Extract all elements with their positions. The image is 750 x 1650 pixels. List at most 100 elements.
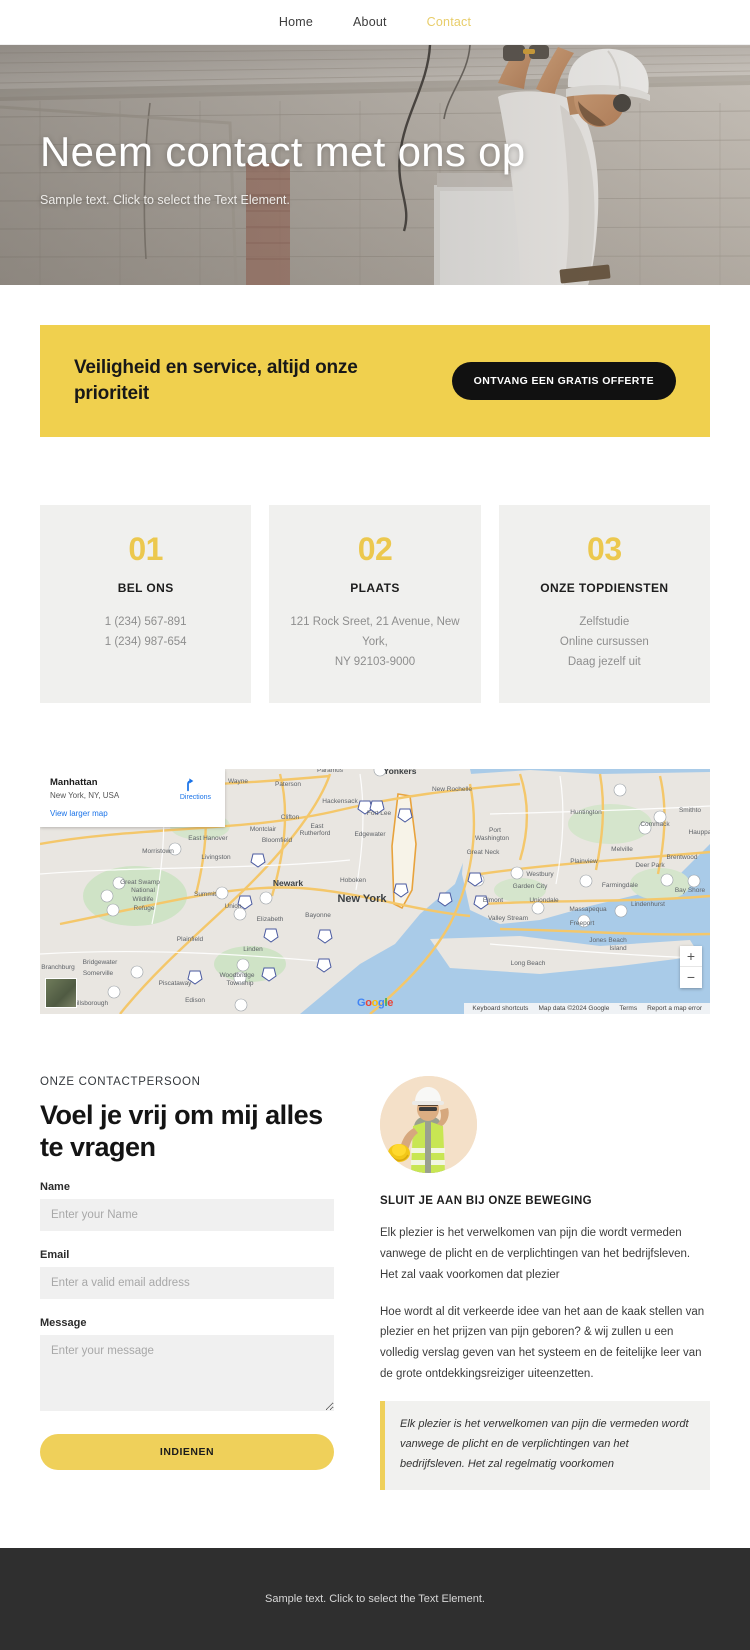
submit-button[interactable]: INDIENEN <box>40 1434 334 1471</box>
map-label: Yonkers <box>384 769 417 776</box>
map-label: Edgewater <box>354 831 386 838</box>
map-view-larger-link[interactable]: View larger map <box>50 809 215 818</box>
message-textarea[interactable] <box>40 1335 334 1412</box>
hero-section: Neem contact met ons op Sample text. Cli… <box>0 45 750 285</box>
map-zoom-controls: + − <box>680 945 702 988</box>
map-label: Westbury <box>526 871 554 878</box>
map-label: Melville <box>611 846 633 853</box>
map-label: Rutherford <box>300 830 331 837</box>
map-label: Freeport <box>570 920 595 927</box>
map-directions-button[interactable]: Directions <box>180 777 215 801</box>
map-label: Long Beach <box>511 960 546 967</box>
map-label: Newark <box>273 878 304 888</box>
map-label: Valley Stream <box>488 915 528 922</box>
email-label: Email <box>40 1249 70 1262</box>
contact-info-column: SLUIT JE AAN BIJ ONZE BEWEGING Elk plezi… <box>380 1075 710 1490</box>
map-zoom-out-button[interactable]: − <box>680 967 702 988</box>
map-label: Lindenhurst <box>631 901 665 908</box>
nav-link-contact[interactable]: Contact <box>427 15 471 29</box>
card-line: Zelfstudie <box>579 616 630 629</box>
message-label: Message <box>40 1317 87 1330</box>
map-label: Edison <box>185 997 205 1004</box>
map-address: New York, NY, USA <box>50 790 120 800</box>
info-paragraph-1: Elk plezier is het verwelkomen van pijn … <box>380 1226 691 1281</box>
cta-banner: Veiligheid en service, altijd onze prior… <box>40 325 710 438</box>
map-label: Hillsborough <box>72 1000 109 1007</box>
info-paragraph-2: Hoe wordt al dit verkeerde idee van het … <box>380 1305 705 1381</box>
directions-icon <box>187 778 194 791</box>
card-line: Daag jezelf uit <box>567 655 641 668</box>
card-line: Online cursussen <box>559 636 649 649</box>
avatar-illustration <box>380 1075 477 1173</box>
name-field-group: Name <box>40 1181 334 1232</box>
email-field-group: Email <box>40 1249 334 1300</box>
map-label: Farmingdale <box>602 882 639 889</box>
map-label: Massapequa <box>569 906 607 913</box>
map-label: Elmont <box>483 897 503 904</box>
request-free-quote-button[interactable]: ONTVANG EEN GRATIS OFFERTE <box>451 362 676 401</box>
map-label: Island <box>609 945 627 952</box>
card-lines: 121 Rock Sreet, 21 Avenue, New York, NY … <box>287 613 462 672</box>
map-label: Livingston <box>201 854 231 861</box>
map-label: Brentwood <box>666 854 697 861</box>
map-label: Branchburg <box>41 964 75 971</box>
card-number: 03 <box>587 531 622 568</box>
map-label: Summit <box>194 891 216 898</box>
map-label: Smithto <box>679 807 701 814</box>
card-line: 121 Rock Sreet, 21 Avenue, New York, <box>290 616 460 649</box>
name-label: Name <box>40 1181 70 1194</box>
info-cards-section: 01 BEL ONS 1 (234) 567-891 1 (234) 987-6… <box>0 437 750 703</box>
nav-link-about[interactable]: About <box>353 15 387 29</box>
map-label: Piscataway <box>159 980 193 987</box>
name-input[interactable] <box>40 1199 334 1232</box>
map-label: Washington <box>475 835 509 842</box>
map-keyboard-shortcuts[interactable]: Keyboard shortcuts <box>467 1004 533 1013</box>
hero-content: Neem contact met ons op Sample text. Cli… <box>40 128 525 207</box>
avatar <box>380 1075 477 1173</box>
map-label: Deer Park <box>635 862 665 869</box>
cta-title: Veiligheid en service, altijd onze prior… <box>74 357 358 405</box>
nav-link-home[interactable]: Home <box>279 15 313 29</box>
map-label: Bayonne <box>305 912 331 919</box>
map-attribution-bar: Keyboard shortcuts Map data ©2024 Google… <box>464 1002 710 1014</box>
map-zoom-in-button[interactable]: + <box>680 946 702 967</box>
map-label: Montclair <box>250 826 277 833</box>
map-label: National <box>131 887 155 894</box>
contact-heading: Voel je vrij om mij alles te vragen <box>40 1099 323 1162</box>
info-card-location: 02 PLAATS 121 Rock Sreet, 21 Avenue, New… <box>269 505 481 703</box>
google-map[interactable]: Paramus Yonkers Wayne Paterson New Rochelle H… <box>40 768 710 1014</box>
map-label: East Hanover <box>188 835 228 842</box>
top-navigation: Home About Contact <box>0 0 750 45</box>
map-directions-label: Directions <box>179 793 211 801</box>
map-label: Bay Shore <box>675 887 706 894</box>
card-title: BEL ONS <box>117 581 174 596</box>
map-label: Bloomfield <box>262 837 293 844</box>
map-label: Garden City <box>513 883 548 890</box>
footer-text: Sample text. Click to select the Text El… <box>265 1592 485 1605</box>
map-place-name: Manhattan <box>50 776 98 788</box>
card-line: NY 92103-9000 <box>334 655 416 668</box>
map-label: Hackensack <box>322 798 358 805</box>
map-label: Elizabeth <box>257 916 284 923</box>
map-label: Hoboken <box>340 877 366 884</box>
map-data-credit: Map data ©2024 Google <box>538 1004 610 1012</box>
map-label: Paramus <box>317 769 344 774</box>
map-label: Paterson <box>275 781 301 788</box>
map-report-error-link[interactable]: Report a map error <box>642 1004 707 1013</box>
map-label: Jones Beach <box>589 937 627 944</box>
google-logo: Google <box>356 996 394 1009</box>
map-satellite-thumbnail[interactable] <box>45 977 77 1008</box>
map-label: East <box>310 823 323 830</box>
contact-section: ONZE CONTACTPERSOON Voel je vrij om mij … <box>0 1014 750 1490</box>
map-label: New York <box>337 893 387 905</box>
card-line: 1 (234) 987-654 <box>104 636 187 649</box>
map-label: Township <box>226 980 253 987</box>
map-label: Plainview <box>570 858 598 865</box>
map-label: Huntington <box>570 809 602 816</box>
map-label: Fort Lee <box>367 810 392 817</box>
map-terms-link[interactable]: Terms <box>614 1004 642 1013</box>
map-label: Bridgewater <box>83 959 119 966</box>
map-label: Uniondale <box>529 897 559 904</box>
email-input[interactable] <box>40 1267 334 1300</box>
contact-eyebrow: ONZE CONTACTPERSOON <box>40 1075 201 1088</box>
